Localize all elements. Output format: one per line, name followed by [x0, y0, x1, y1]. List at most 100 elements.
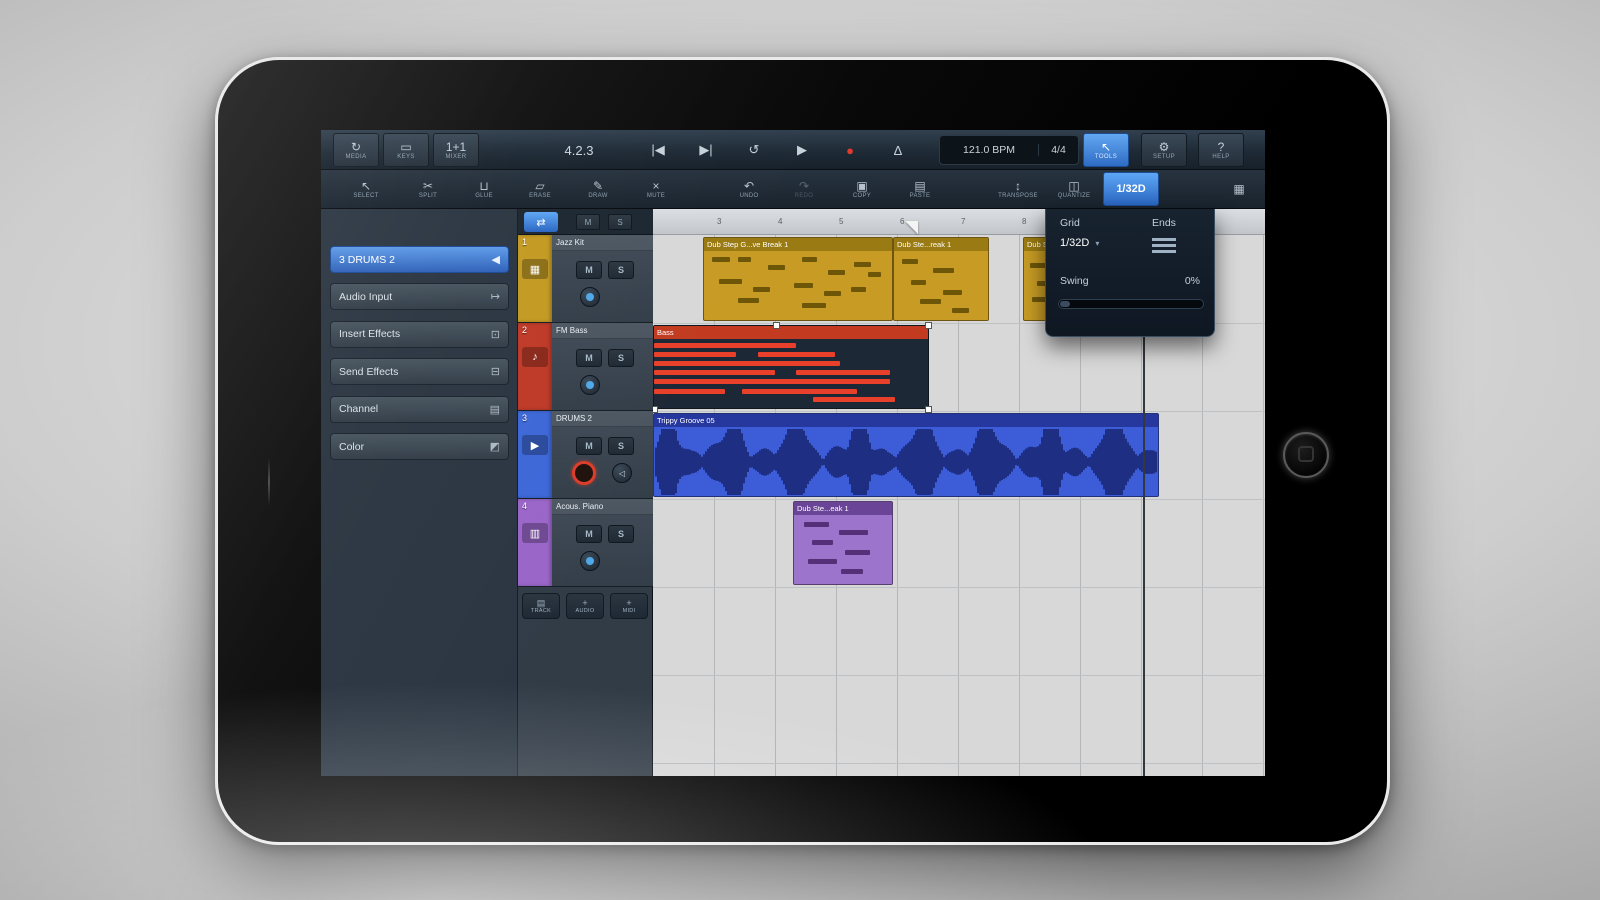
track-4-tile[interactable]: 4▥Acous. PianoMS — [518, 499, 653, 587]
split-icon: ✂ — [423, 180, 433, 192]
tempo-display[interactable]: 121.0 BPM 4/4 — [939, 135, 1079, 165]
transpose-button[interactable]: ↕TRANSPOSE — [993, 172, 1043, 206]
midi-note — [654, 370, 775, 375]
inspector-insert-effects[interactable]: Insert Effects⊡ — [330, 321, 509, 348]
inspector-color[interactable]: Color◩ — [330, 433, 509, 460]
clip-dubstep-groove-break-1[interactable]: Dub Step G...ve Break 1 — [703, 237, 893, 321]
track-2-tile[interactable]: 2♪FM BassMS — [518, 323, 653, 411]
midi-note — [933, 268, 954, 273]
home-button[interactable] — [1283, 432, 1329, 478]
transport-toolbar: 4.2.3 121.0 BPM 4/4 ↻MEDIA▭KEYS1+1MIXER |… — [321, 130, 1265, 170]
swing-slider[interactable] — [1058, 299, 1204, 309]
redo-icon: ↷ — [799, 180, 809, 192]
record-arm-button[interactable] — [572, 461, 596, 485]
inspector-audio-input[interactable]: Audio Input↦ — [330, 283, 509, 310]
gridline — [1019, 235, 1020, 776]
media-label: MEDIA — [345, 154, 366, 160]
clip-title: Dub Ste...eak 1 — [794, 502, 892, 515]
mute-button[interactable]: ×MUTE — [631, 172, 681, 206]
track-row-divider — [653, 675, 1265, 676]
redo-button[interactable]: ↷REDO — [779, 172, 829, 206]
glue-button[interactable]: ⊔GLUE — [459, 172, 509, 206]
track-3-tile[interactable]: 3▶DRUMS 2MS◁ — [518, 411, 653, 499]
select-label: SELECT — [353, 193, 378, 199]
mixer-button[interactable]: 1+1MIXER — [433, 133, 479, 167]
ends-mode-button[interactable] — [1152, 238, 1176, 253]
metronome-icon: Δ — [894, 143, 903, 158]
clip-resize-handle[interactable] — [773, 322, 780, 329]
follow-playhead-button[interactable]: ⇄ — [524, 212, 558, 232]
tools-button[interactable]: ↖TOOLS — [1083, 133, 1129, 167]
add-track-button[interactable]: ▤TRACK — [522, 593, 560, 619]
rewind-button[interactable]: |◀ — [635, 133, 681, 167]
tools-icon: ↖ — [1101, 141, 1111, 153]
forward-button[interactable]: ▶| — [683, 133, 729, 167]
clip-dubstep-piano[interactable]: Dub Ste...eak 1 — [793, 501, 893, 585]
paste-button[interactable]: ▤PASTE — [895, 172, 945, 206]
erase-icon: ▱ — [535, 180, 544, 192]
snap-grid-value-button[interactable]: 1/32D — [1103, 172, 1159, 206]
split-button[interactable]: ✂SPLIT — [403, 172, 453, 206]
setup-button[interactable]: ⚙SETUP — [1141, 133, 1187, 167]
metronome-button[interactable]: Δ — [875, 133, 921, 167]
record-button[interactable]: ● — [827, 133, 873, 167]
add-audio-button[interactable]: +AUDIO — [566, 593, 604, 619]
midi-note — [654, 343, 796, 348]
grid-value-dropdown[interactable]: 1/32D ▾ — [1060, 237, 1099, 249]
copy-button[interactable]: ▣COPY — [837, 172, 887, 206]
select-button[interactable]: ↖SELECT — [341, 172, 391, 206]
loop-button[interactable]: ↺ — [731, 133, 777, 167]
master-solo-button[interactable]: S — [608, 214, 632, 230]
clip-trippy-groove-05[interactable]: Trippy Groove 05 — [653, 413, 1159, 497]
track-mute-button[interactable]: M — [576, 525, 602, 543]
track-solo-button[interactable]: S — [608, 525, 634, 543]
inspector-channel[interactable]: Channel▤ — [330, 396, 509, 423]
grid-button[interactable]: ▦ — [1219, 172, 1259, 206]
track-mute-button[interactable]: M — [576, 261, 602, 279]
play-button[interactable]: ▶ — [779, 133, 825, 167]
undo-button[interactable]: ↶UNDO — [724, 172, 774, 206]
clip-dubstep-break-1[interactable]: Dub Ste...reak 1 — [893, 237, 989, 321]
clip-resize-handle[interactable] — [925, 322, 932, 329]
midi-note — [845, 550, 870, 555]
keys-button[interactable]: ▭KEYS — [383, 133, 429, 167]
app-version: 4.2.3 — [539, 130, 619, 170]
track-solo-button[interactable]: S — [608, 437, 634, 455]
midi-note — [841, 569, 863, 574]
track-1-tile[interactable]: 1▦Jazz KitMS — [518, 235, 653, 323]
clip-fm-bass[interactable]: Bass — [653, 325, 929, 409]
photo-background: 4.2.3 121.0 BPM 4/4 ↻MEDIA▭KEYS1+1MIXER |… — [0, 0, 1600, 900]
input-monitor-button[interactable] — [580, 551, 600, 571]
inspector-track-header[interactable]: 3 DRUMS 2◀ — [330, 246, 509, 273]
inspector-send-effects[interactable]: Send Effects⊟ — [330, 358, 509, 385]
swing-slider-thumb[interactable] — [1060, 301, 1070, 307]
help-button[interactable]: ?HELP — [1198, 133, 1244, 167]
midi-note — [794, 283, 813, 288]
bpm-value: 121.0 BPM — [940, 144, 1038, 156]
input-monitor-button[interactable] — [580, 375, 600, 395]
clip-resize-handle[interactable] — [653, 406, 658, 413]
master-mute-button[interactable]: M — [576, 214, 600, 230]
clip-resize-handle[interactable] — [925, 406, 932, 413]
mute-icon: × — [652, 180, 659, 192]
track-solo-button[interactable]: S — [608, 261, 634, 279]
draw-button[interactable]: ✎DRAW — [573, 172, 623, 206]
track-mute-button[interactable]: M — [576, 437, 602, 455]
track-solo-button[interactable]: S — [608, 349, 634, 367]
monitor-icon: ◁ — [619, 469, 625, 478]
erase-button[interactable]: ▱ERASE — [515, 172, 565, 206]
input-monitor-button[interactable] — [580, 287, 600, 307]
monitor-button[interactable]: ◁ — [612, 463, 632, 483]
midi-note — [813, 397, 895, 402]
clip-title: Dub Step G...ve Break 1 — [704, 238, 892, 251]
midi-note — [943, 290, 962, 295]
track-mute-button[interactable]: M — [576, 349, 602, 367]
play-icon: ▶ — [797, 142, 807, 158]
loop-icon: ↺ — [749, 142, 760, 158]
media-button[interactable]: ↻MEDIA — [333, 133, 379, 167]
midi-note — [712, 257, 731, 262]
add-midi-button[interactable]: +MIDI — [610, 593, 648, 619]
copy-label: COPY — [853, 193, 871, 199]
quantize-button[interactable]: ◫QUANTIZE — [1049, 172, 1099, 206]
clip-title: Dub Ste...reak 1 — [894, 238, 988, 251]
